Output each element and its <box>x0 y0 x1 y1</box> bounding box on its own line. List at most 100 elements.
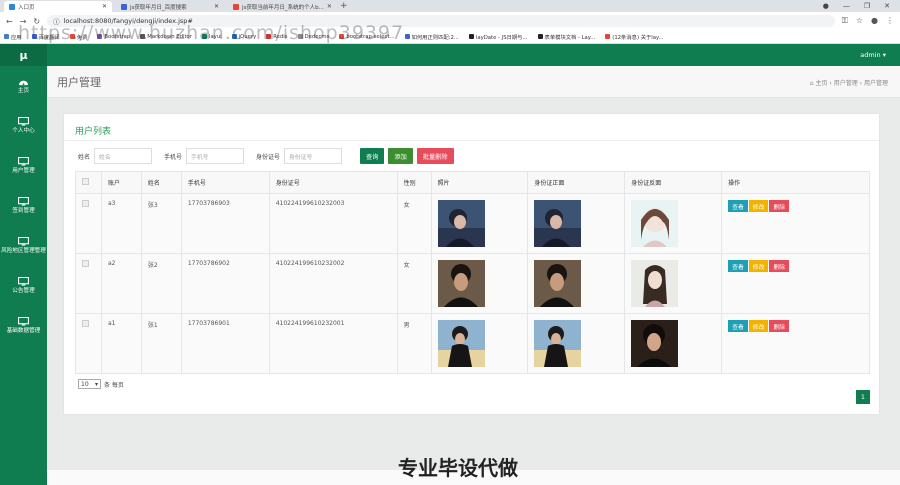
id-card-front-image[interactable] <box>534 320 582 367</box>
view-button[interactable]: 查看 <box>728 320 748 332</box>
browser-tab[interactable]: js获取当前年月日_系统的个人b... ✕ <box>228 1 336 12</box>
top-bar: admin ▾ <box>47 44 900 66</box>
close-tab-icon[interactable]: ✕ <box>102 3 107 10</box>
app-logo: μ <box>0 44 47 66</box>
name-input[interactable]: 姓名 <box>94 148 153 164</box>
monitor-icon <box>18 197 29 206</box>
sidebar: μ 主页 个人中心 用户管理 签到管理 风险地区管理管理 公告管理 基础数据管理 <box>0 44 47 485</box>
row-checkbox[interactable] <box>82 320 89 327</box>
delete-button[interactable]: 删除 <box>769 200 789 212</box>
tab-title: 入口页 <box>18 4 35 11</box>
edit-button[interactable]: 修改 <box>748 200 769 212</box>
id-card-back-image[interactable] <box>631 200 679 247</box>
maximize-icon[interactable]: ❐ <box>864 1 870 12</box>
address-actions: ⚿ ☆ ● ⋮ <box>842 16 894 26</box>
add-button[interactable]: 添加 <box>388 148 413 164</box>
account-cell: a1 <box>100 313 142 374</box>
phone-input[interactable]: 手机号 <box>186 148 245 164</box>
id-card-input[interactable]: 身份证号 <box>284 148 343 164</box>
profile-icon[interactable]: ● <box>871 16 878 26</box>
home-icon: ⌂ <box>809 80 814 87</box>
id-card-label: 身份证号 <box>256 153 281 161</box>
monitor-icon <box>18 317 29 326</box>
breadcrumb-item[interactable]: 用户管理 <box>834 80 858 87</box>
table-header-row: 账户 姓名 手机号 身份证号 性别 照片 身份证正面 身份证反面 操作 <box>75 171 870 194</box>
id-card-back-image[interactable] <box>631 260 679 307</box>
column-header: 照片 <box>430 171 529 194</box>
column-header: 姓名 <box>140 171 182 194</box>
id-card-cell: 410224199610232003 <box>268 193 398 254</box>
row-actions: 查看 修改 删除 <box>728 320 869 332</box>
row-actions: 查看 修改 删除 <box>728 260 869 272</box>
account-icon[interactable]: ● <box>823 1 829 12</box>
minimize-icon[interactable]: — <box>843 1 850 12</box>
row-checkbox[interactable] <box>82 200 89 207</box>
sidebar-item-home[interactable]: 主页 <box>0 66 47 106</box>
page-header: 用户管理 ⌂ 主页 › 用户管理 › 用户管理 <box>47 66 900 98</box>
breadcrumb-current: 用户管理 <box>863 80 888 87</box>
user-menu[interactable]: admin ▾ <box>860 51 886 59</box>
page-size-select[interactable]: 10 ▾ <box>78 379 101 389</box>
sidebar-item-user-management[interactable]: 用户管理 <box>0 146 47 186</box>
search-button[interactable]: 查询 <box>360 148 385 164</box>
browser-tab[interactable]: js获取年月日_百度搜索 ✕ <box>116 1 224 12</box>
user-photo[interactable] <box>437 200 485 247</box>
star-icon[interactable]: ☆ <box>856 16 863 26</box>
menu-icon[interactable]: ⋮ <box>886 16 894 26</box>
close-window-icon[interactable]: ✕ <box>884 1 890 12</box>
apps-icon <box>4 34 9 39</box>
bookmark-icon <box>468 34 474 39</box>
sidebar-item-announcements[interactable]: 公告管理 <box>0 266 47 306</box>
name-cell: 张1 <box>140 313 182 374</box>
delete-button[interactable]: 删除 <box>769 260 789 272</box>
breadcrumb-home[interactable]: 主页 <box>815 80 827 87</box>
batch-delete-button[interactable]: 批量删除 <box>416 148 454 164</box>
id-card-back-image[interactable] <box>631 320 679 367</box>
view-button[interactable]: 查看 <box>728 260 748 272</box>
sidebar-item-risk-area[interactable]: 风险地区管理管理 <box>0 226 47 266</box>
tab-title: js获取年月日_百度搜索 <box>130 4 187 11</box>
chevron-down-icon: ▾ <box>94 380 98 388</box>
new-tab-icon[interactable]: + <box>340 1 348 12</box>
row-actions: 查看 修改 删除 <box>728 200 869 212</box>
id-card-front-image[interactable] <box>534 200 582 247</box>
name-cell: 张2 <box>140 253 182 314</box>
user-photo[interactable] <box>437 320 485 367</box>
name-label: 姓名 <box>78 153 91 161</box>
id-card-front-image[interactable] <box>534 260 582 307</box>
user-table: 账户 姓名 手机号 身份证号 性别 照片 身份证正面 身份证反面 操作 a3 张… <box>75 171 870 374</box>
user-photo[interactable] <box>437 260 485 307</box>
close-tab-icon[interactable]: ✕ <box>327 3 332 10</box>
page-title: 用户管理 <box>57 75 101 89</box>
caption-watermark: 专业毕设代做 <box>398 456 518 480</box>
view-button[interactable]: 查看 <box>728 200 748 212</box>
bookmark-item[interactable]: layDate - JS日期与... <box>468 33 528 41</box>
close-tab-icon[interactable]: ✕ <box>214 3 219 10</box>
row-checkbox[interactable] <box>82 260 89 267</box>
bookmark-icon <box>537 34 543 39</box>
browser-tab[interactable]: 入口页 ✕ <box>4 1 112 12</box>
delete-button[interactable]: 删除 <box>769 320 789 332</box>
edit-button[interactable]: 修改 <box>748 260 769 272</box>
monitor-icon <box>18 117 29 126</box>
bookmark-item[interactable]: (12条消息) 关于lay... <box>605 33 663 41</box>
page-number-button[interactable]: 1 <box>856 390 870 404</box>
bookmark-item[interactable]: 表单模块文档 - Lay... <box>537 33 595 41</box>
key-icon[interactable]: ⚿ <box>842 16 848 26</box>
bookmark-item[interactable]: 如何用正则匹配:2... <box>404 33 459 41</box>
select-all-checkbox[interactable] <box>82 178 89 185</box>
name-cell: 张3 <box>140 193 182 254</box>
card-title: 用户列表 <box>75 127 112 137</box>
account-cell: a2 <box>100 253 142 314</box>
sidebar-item-checkin[interactable]: 签到管理 <box>0 186 47 226</box>
sidebar-item-base-data[interactable]: 基础数据管理 <box>0 306 47 346</box>
back-icon[interactable]: ← <box>6 17 13 26</box>
phone-cell: 17703786902 <box>180 253 270 314</box>
edit-button[interactable]: 修改 <box>748 320 769 332</box>
sidebar-item-profile[interactable]: 个人中心 <box>0 106 47 146</box>
dashboard-icon <box>19 80 28 86</box>
column-header: 操作 <box>721 171 870 194</box>
tab-title: js获取当前年月日_系统的个人b... <box>242 4 324 11</box>
table-row: a1 张1 17703786901 410224199610232001 男 查… <box>75 313 870 374</box>
phone-label: 手机号 <box>164 153 183 161</box>
